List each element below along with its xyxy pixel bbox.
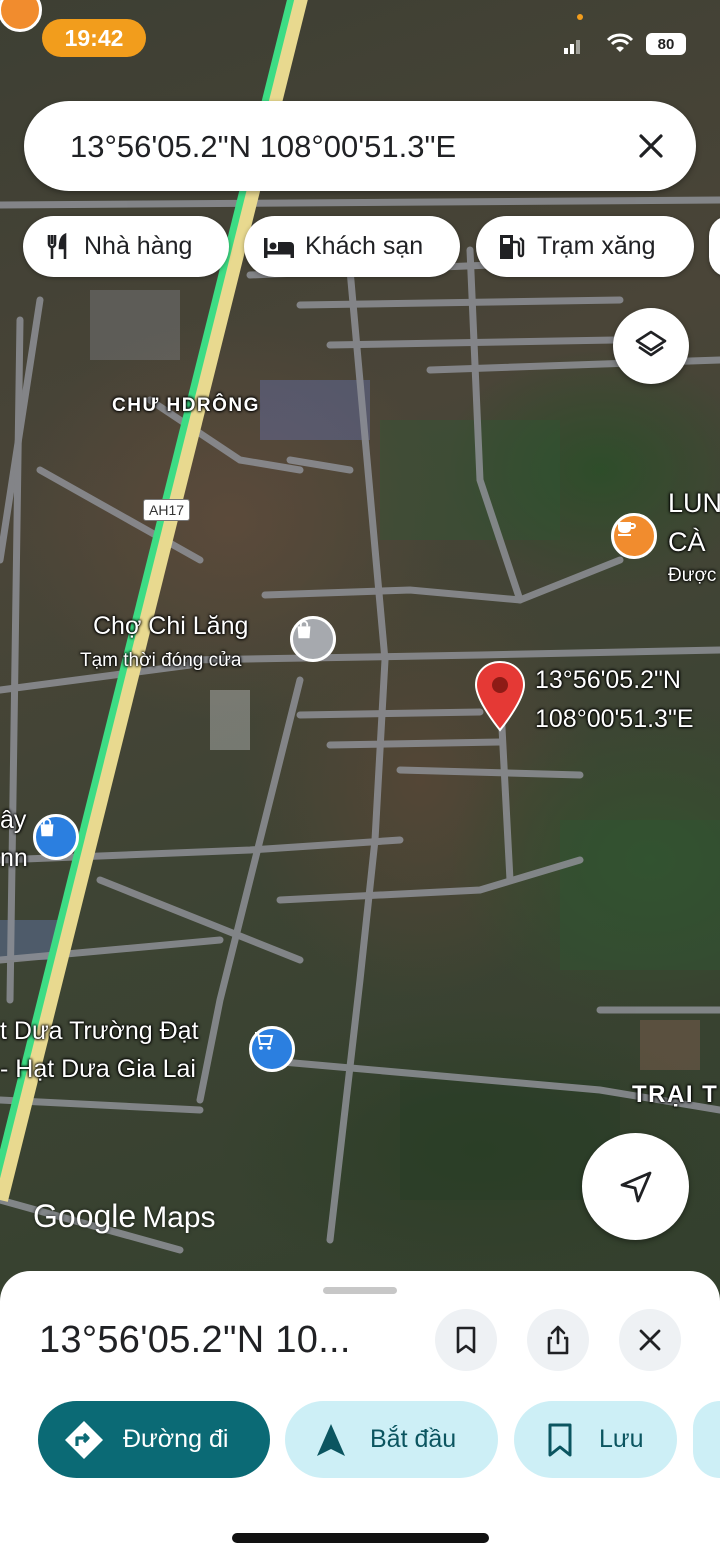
chip-hotels[interactable]: Khách sạn [244,216,460,277]
place-title: 13°56'05.2"N 10... [39,1319,351,1361]
search-bar[interactable]: 13°56'05.2"N 108°00'51.3"E [24,101,696,191]
chip-label-hotels: Khách sạn [305,232,424,260]
signal-icon [564,40,580,54]
battery-indicator: 80 [646,33,686,55]
google-maps-logo: Google Maps [33,1198,216,1235]
search-query[interactable]: 13°56'05.2"N 108°00'51.3"E [70,129,456,165]
poi-partial-label-1: ây [0,806,27,834]
cafe-pin[interactable] [611,513,657,559]
directions-icon [62,1418,106,1462]
map-layers-button[interactable] [613,308,689,384]
gas-station-icon [494,230,528,264]
area-label-lung: LUN [668,488,720,518]
chip-label-restaurants: Nhà hàng [84,232,193,260]
map-view[interactable]: CHƯ HDRÔNG TRẠI T LUN CÀ Được AH17 Chợ C… [0,0,720,1300]
save-button[interactable]: Lưu [514,1401,677,1478]
poi-name-hat-dua-1[interactable]: t Dưa Trường Đạt [0,1017,199,1046]
directions-button[interactable]: Đường đi [38,1401,270,1478]
shopping-cart-icon [255,1032,274,1050]
start-label: Bắt đầu [370,1425,457,1453]
layers-icon [635,330,667,357]
bookmark-icon [456,1326,476,1354]
close-icon [639,1329,661,1351]
start-button[interactable]: Bắt đầu [285,1401,498,1478]
close-sheet-button[interactable] [619,1309,681,1371]
market-pin[interactable] [290,616,336,662]
shop-pin-left[interactable] [33,814,79,860]
directions-label: Đường đi [123,1425,229,1453]
google-wordmark: Google [33,1198,137,1234]
sheet-drag-handle[interactable] [323,1287,397,1294]
area-label-trai: TRẠI T [632,1081,719,1108]
clear-search-button[interactable] [628,123,674,169]
poi-partial-label-2: nn [0,844,28,872]
chip-gas-stations[interactable]: Trạm xăng [476,216,694,277]
area-label-chu-hdrong: CHƯ HDRÔNG [112,395,260,416]
shop-pin-hat-dua[interactable] [249,1026,295,1072]
area-label-duoc: Được [668,565,717,586]
bookmark-icon [538,1418,582,1462]
restaurant-icon [41,230,75,264]
maps-wordmark: Maps [142,1201,216,1234]
chip-restaurants[interactable]: Nhà hàng [23,216,229,277]
location-arrow-icon [620,1171,651,1202]
poi-status-cho-chi-lang: Tạm thời đóng cửa [80,650,242,671]
close-icon [639,134,663,158]
area-label-ca: CÀ [668,527,706,557]
poi-name-hat-dua-2[interactable]: - Hạt Dưa Gia Lai [0,1055,196,1084]
save-label: Lưu [599,1425,644,1453]
status-time: 19:42 [42,19,146,57]
shopping-bag-icon [40,818,54,837]
privacy-indicator-dot [577,14,583,20]
pin-label-lat: 13°56'05.2"N [535,666,681,694]
shopping-bag-icon [297,620,311,639]
my-location-button[interactable] [582,1133,689,1240]
place-bottom-sheet[interactable]: 13°56'05.2"N 10... Đường đi Bắt đầu Lưu [0,1271,720,1559]
navigation-arrow-icon [309,1418,353,1462]
wifi-icon [606,33,634,52]
save-icon-button[interactable] [435,1309,497,1371]
coffee-cup-icon [618,522,636,536]
share-button[interactable] [527,1309,589,1371]
chip-label-gas-stations: Trạm xăng [537,232,656,260]
pin-label-lng: 108°00'51.3"E [535,705,694,733]
home-indicator[interactable] [232,1533,489,1543]
share-icon [547,1325,569,1355]
road-shield-ah17: AH17 [143,499,191,521]
hotel-icon [262,230,296,264]
poi-name-cho-chi-lang[interactable]: Chợ Chi Lăng [93,612,248,641]
more-action-partial[interactable] [693,1401,720,1478]
dropped-pin-icon[interactable] [474,660,526,734]
